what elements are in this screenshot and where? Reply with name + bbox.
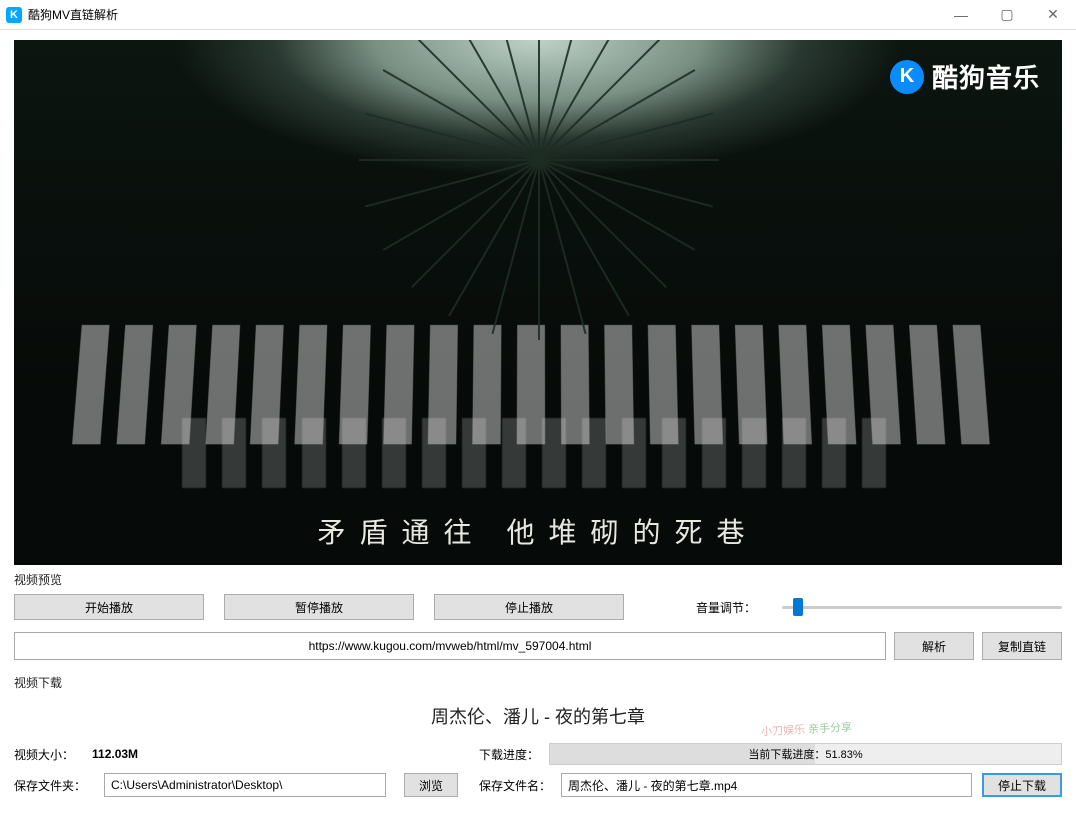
size-value: 112.03M: [92, 747, 138, 761]
song-title: 周杰伦、潘儿 - 夜的第七章: [14, 703, 1062, 729]
video-preview-area: K 酷狗音乐 矛盾通往 他堆砌的死巷: [14, 40, 1062, 565]
kugou-logo-icon: K: [890, 60, 924, 94]
minimize-button[interactable]: —: [938, 0, 984, 30]
url-input[interactable]: [14, 632, 886, 660]
copy-link-button[interactable]: 复制直链: [982, 632, 1062, 660]
parse-button[interactable]: 解析: [894, 632, 974, 660]
window-title: 酷狗MV直链解析: [28, 6, 938, 23]
close-button[interactable]: ✕: [1030, 0, 1076, 30]
brand-text: 酷狗音乐: [932, 58, 1040, 95]
maximize-button[interactable]: ▢: [984, 0, 1030, 30]
size-label: 视频大小：: [14, 746, 74, 763]
progress-label: 下载进度：: [479, 746, 539, 763]
progress-text: 当前下载进度：51.83%: [748, 746, 862, 762]
titlebar: K 酷狗MV直链解析 — ▢ ✕: [0, 0, 1076, 30]
video-frame: [14, 40, 1062, 565]
download-section-label: 视频下载: [14, 674, 1062, 691]
browse-button[interactable]: 浏览: [404, 773, 458, 797]
preview-section-label: 视频预览: [14, 571, 1062, 588]
volume-label: 音量调节：: [696, 599, 756, 616]
filename-label: 保存文件名：: [479, 777, 551, 794]
volume-slider[interactable]: [782, 596, 1062, 618]
stop-download-button[interactable]: 停止下载: [982, 773, 1062, 797]
progress-bar: 当前下载进度：51.83%: [549, 743, 1062, 765]
pause-button[interactable]: 暂停播放: [224, 594, 414, 620]
filename-input[interactable]: [561, 773, 972, 797]
folder-input[interactable]: [104, 773, 386, 797]
app-icon: K: [6, 7, 22, 23]
brand-overlay: K 酷狗音乐: [890, 58, 1040, 95]
play-button[interactable]: 开始播放: [14, 594, 204, 620]
stop-button[interactable]: 停止播放: [434, 594, 624, 620]
video-subtitle: 矛盾通往 他堆砌的死巷: [14, 511, 1062, 551]
folder-label: 保存文件夹：: [14, 777, 86, 794]
